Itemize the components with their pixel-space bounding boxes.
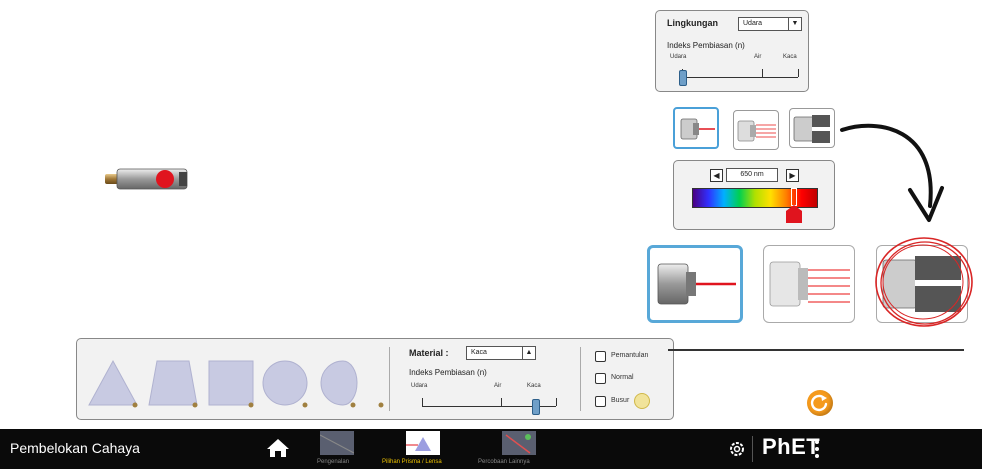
environment-slider-thumb[interactable] xyxy=(679,70,687,86)
slider-tick xyxy=(422,398,423,406)
environment-tick-air: Udara xyxy=(670,54,687,60)
shape-palette xyxy=(88,359,384,408)
annotation-circle xyxy=(875,237,973,327)
divider xyxy=(580,347,581,411)
control-panel: Material : Kaca ▲ Indeks Pembiasan (n) U… xyxy=(76,338,674,420)
wave-icon xyxy=(737,120,776,142)
protractor-icon xyxy=(634,393,650,409)
wavelength-indicator xyxy=(791,188,797,206)
wavelength-decrease-button[interactable]: ◀ xyxy=(710,169,723,182)
wavelength-slider-thumb[interactable] xyxy=(786,205,802,223)
environment-panel: Lingkungan Udara ▼ Indeks Pembiasan (n) … xyxy=(655,10,809,92)
screen-label: Percobaan Lainnya xyxy=(478,459,530,465)
chevron-down-icon: ▼ xyxy=(788,18,801,30)
home-button[interactable] xyxy=(265,437,291,461)
slider-tick xyxy=(798,69,799,77)
reflections-label: Pemantulan xyxy=(611,352,649,359)
multiple-mode-button[interactable] xyxy=(789,108,835,148)
chevron-up-icon: ▲ xyxy=(522,347,535,359)
material-label: Material : xyxy=(409,348,449,358)
protractor-label: Busur xyxy=(611,397,630,404)
screen-label: Pilihan Prisma / Lensa xyxy=(382,459,442,465)
wave-icon xyxy=(769,261,850,307)
material-tick-glass: Kaca xyxy=(527,383,541,389)
wavelength-panel: ◀ 650 nm ▶ xyxy=(673,160,835,230)
gear-icon xyxy=(730,442,744,456)
screen-button-more-tools[interactable]: Percobaan Lainnya xyxy=(472,430,564,468)
wavelength-increase-button[interactable]: ▶ xyxy=(786,169,799,182)
environment-index-label: Indeks Pembiasan (n) xyxy=(667,41,745,50)
trapezoid-prism xyxy=(148,360,198,406)
settings-button[interactable] xyxy=(728,440,746,458)
material-combo[interactable]: Kaca ▲ xyxy=(466,346,536,360)
screen-button-intro[interactable]: Pengenalan xyxy=(306,430,370,468)
slider-tick xyxy=(501,398,502,406)
reflections-checkbox[interactable] xyxy=(595,351,606,362)
material-tick-water: Air xyxy=(494,383,502,389)
normal-label: Normal xyxy=(611,374,634,381)
environment-tick-glass: Kaca xyxy=(783,54,797,60)
menu-icon xyxy=(815,440,819,458)
phet-menu-button[interactable] xyxy=(812,438,822,462)
triangle-prism xyxy=(88,359,138,406)
sim-title: Pembelokan Cahaya xyxy=(10,440,140,456)
normal-checkbox[interactable] xyxy=(595,373,606,384)
environment-label: Lingkungan xyxy=(667,18,718,28)
protractor-checkbox[interactable] xyxy=(595,396,606,407)
reset-icon xyxy=(810,394,828,412)
screen-thumbnail xyxy=(406,431,440,455)
wavelength-value: 650 nm xyxy=(726,168,778,182)
single-ray-icon xyxy=(657,263,736,305)
material-slider-thumb[interactable] xyxy=(532,399,540,415)
slider-tick xyxy=(556,398,557,406)
curved-arrow-icon xyxy=(840,123,944,222)
slider-tick xyxy=(762,69,763,77)
divider xyxy=(752,436,753,462)
screen-button-prisms[interactable]: Pilihan Prisma / Lensa xyxy=(378,430,462,468)
ray-mode-button-large[interactable] xyxy=(647,245,743,323)
divider xyxy=(389,347,390,411)
square-prism xyxy=(208,360,254,406)
wave-mode-button-large[interactable] xyxy=(763,245,855,323)
laser-pointer[interactable] xyxy=(103,166,193,192)
screen-thumbnail xyxy=(319,431,355,455)
material-combo-value: Kaca xyxy=(471,349,487,356)
circle-lens xyxy=(262,360,308,406)
single-ray-icon xyxy=(680,118,715,140)
multiple-rays-icon xyxy=(793,115,830,143)
screen-thumbnail xyxy=(502,431,536,455)
wave-mode-button[interactable] xyxy=(733,110,779,150)
concave-lens xyxy=(320,360,358,406)
material-tick-air: Udara xyxy=(411,383,428,389)
annotation-line xyxy=(668,349,964,351)
environment-combo-value: Udara xyxy=(743,20,763,27)
environment-tick-water: Air xyxy=(754,54,762,60)
material-index-label: Indeks Pembiasan (n) xyxy=(409,368,487,377)
laser-pointer-icon xyxy=(105,168,188,190)
navigation-bar: Pembelokan Cahaya Pengenalan Pilihan Pri… xyxy=(0,429,982,469)
ray-mode-button[interactable] xyxy=(673,107,719,149)
environment-combo[interactable]: Udara ▼ xyxy=(738,17,802,31)
environment-slider-track xyxy=(682,77,798,78)
reset-all-button[interactable] xyxy=(807,390,833,416)
screen-label: Pengenalan xyxy=(317,459,350,465)
home-icon xyxy=(267,439,289,457)
